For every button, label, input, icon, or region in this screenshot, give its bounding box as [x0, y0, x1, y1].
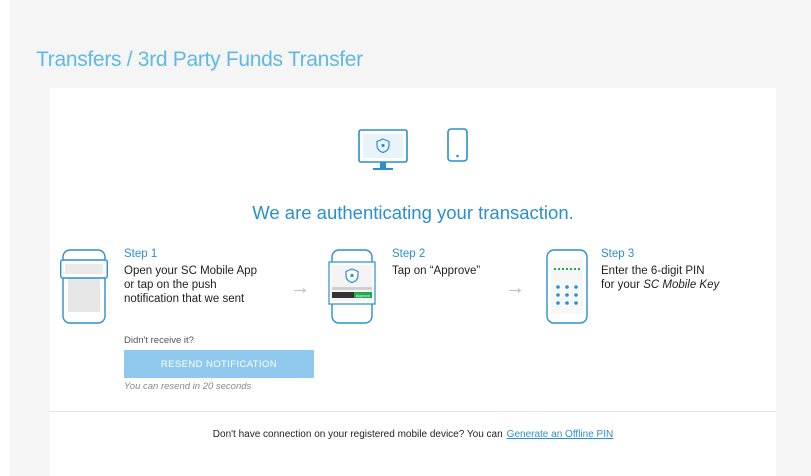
sc-mobile-key-label: SC Mobile Key [643, 279, 720, 291]
resend-countdown-note: You can resend in 20 seconds [124, 381, 252, 392]
step-1-line-1: Open your SC Mobile App [124, 265, 257, 277]
step-3-line-2-prefix: for your [601, 279, 644, 291]
step-1-title: Step 1 [124, 248, 158, 260]
step-1-line-2: or tap on the push [124, 279, 217, 291]
page-background: Transfers / 3rd Party Funds Transfer We … [10, 0, 811, 476]
step-3-title: Step 3 [601, 248, 635, 260]
authentication-card: We are authenticating your transaction. … [50, 88, 776, 476]
step-3-line-1: Enter the 6-digit PIN [601, 265, 705, 277]
breadcrumb: Transfers / 3rd Party Funds Transfer [36, 48, 363, 71]
divider [50, 411, 776, 412]
generate-offline-pin-link[interactable]: Generate an Offline PIN [507, 429, 614, 440]
resend-section: Didn't receive it? RESEND NOTIFICATION Y… [124, 335, 314, 392]
arrow-right-icon: → [290, 277, 310, 299]
devices-illustration [358, 128, 468, 170]
step-3-line-2: for your SC Mobile Key [601, 278, 719, 292]
step-1: Step 1 Open your SC Mobile App or tap on… [124, 248, 257, 306]
didnt-receive-label: Didn't receive it? [124, 335, 194, 346]
step-1-line-3: notification that we sent [124, 293, 245, 305]
mobile-approve-icon: Approve [328, 249, 376, 324]
step-2-title: Step 2 [392, 248, 426, 260]
step-2: Step 2 Tap on “Approve” [392, 248, 480, 278]
approve-badge: Approve [356, 294, 370, 298]
authentication-headline: We are authenticating your transaction. [252, 202, 574, 223]
mobile-pin-icon [546, 249, 588, 324]
arrow-right-icon: → [505, 277, 525, 299]
step-3: Step 3 Enter the 6-digit PIN for your SC… [601, 248, 719, 292]
resend-notification-button[interactable]: RESEND NOTIFICATION [124, 350, 314, 378]
desktop-monitor-icon [358, 129, 408, 170]
step-2-line-1: Tap on “Approve” [392, 265, 481, 277]
offline-pin-prompt: Don't have connection on your registered… [212, 429, 503, 440]
mobile-phone-icon [447, 128, 468, 162]
offline-pin-footer: Don't have connection on your registered… [50, 429, 776, 440]
mobile-notification-icon [60, 249, 108, 324]
